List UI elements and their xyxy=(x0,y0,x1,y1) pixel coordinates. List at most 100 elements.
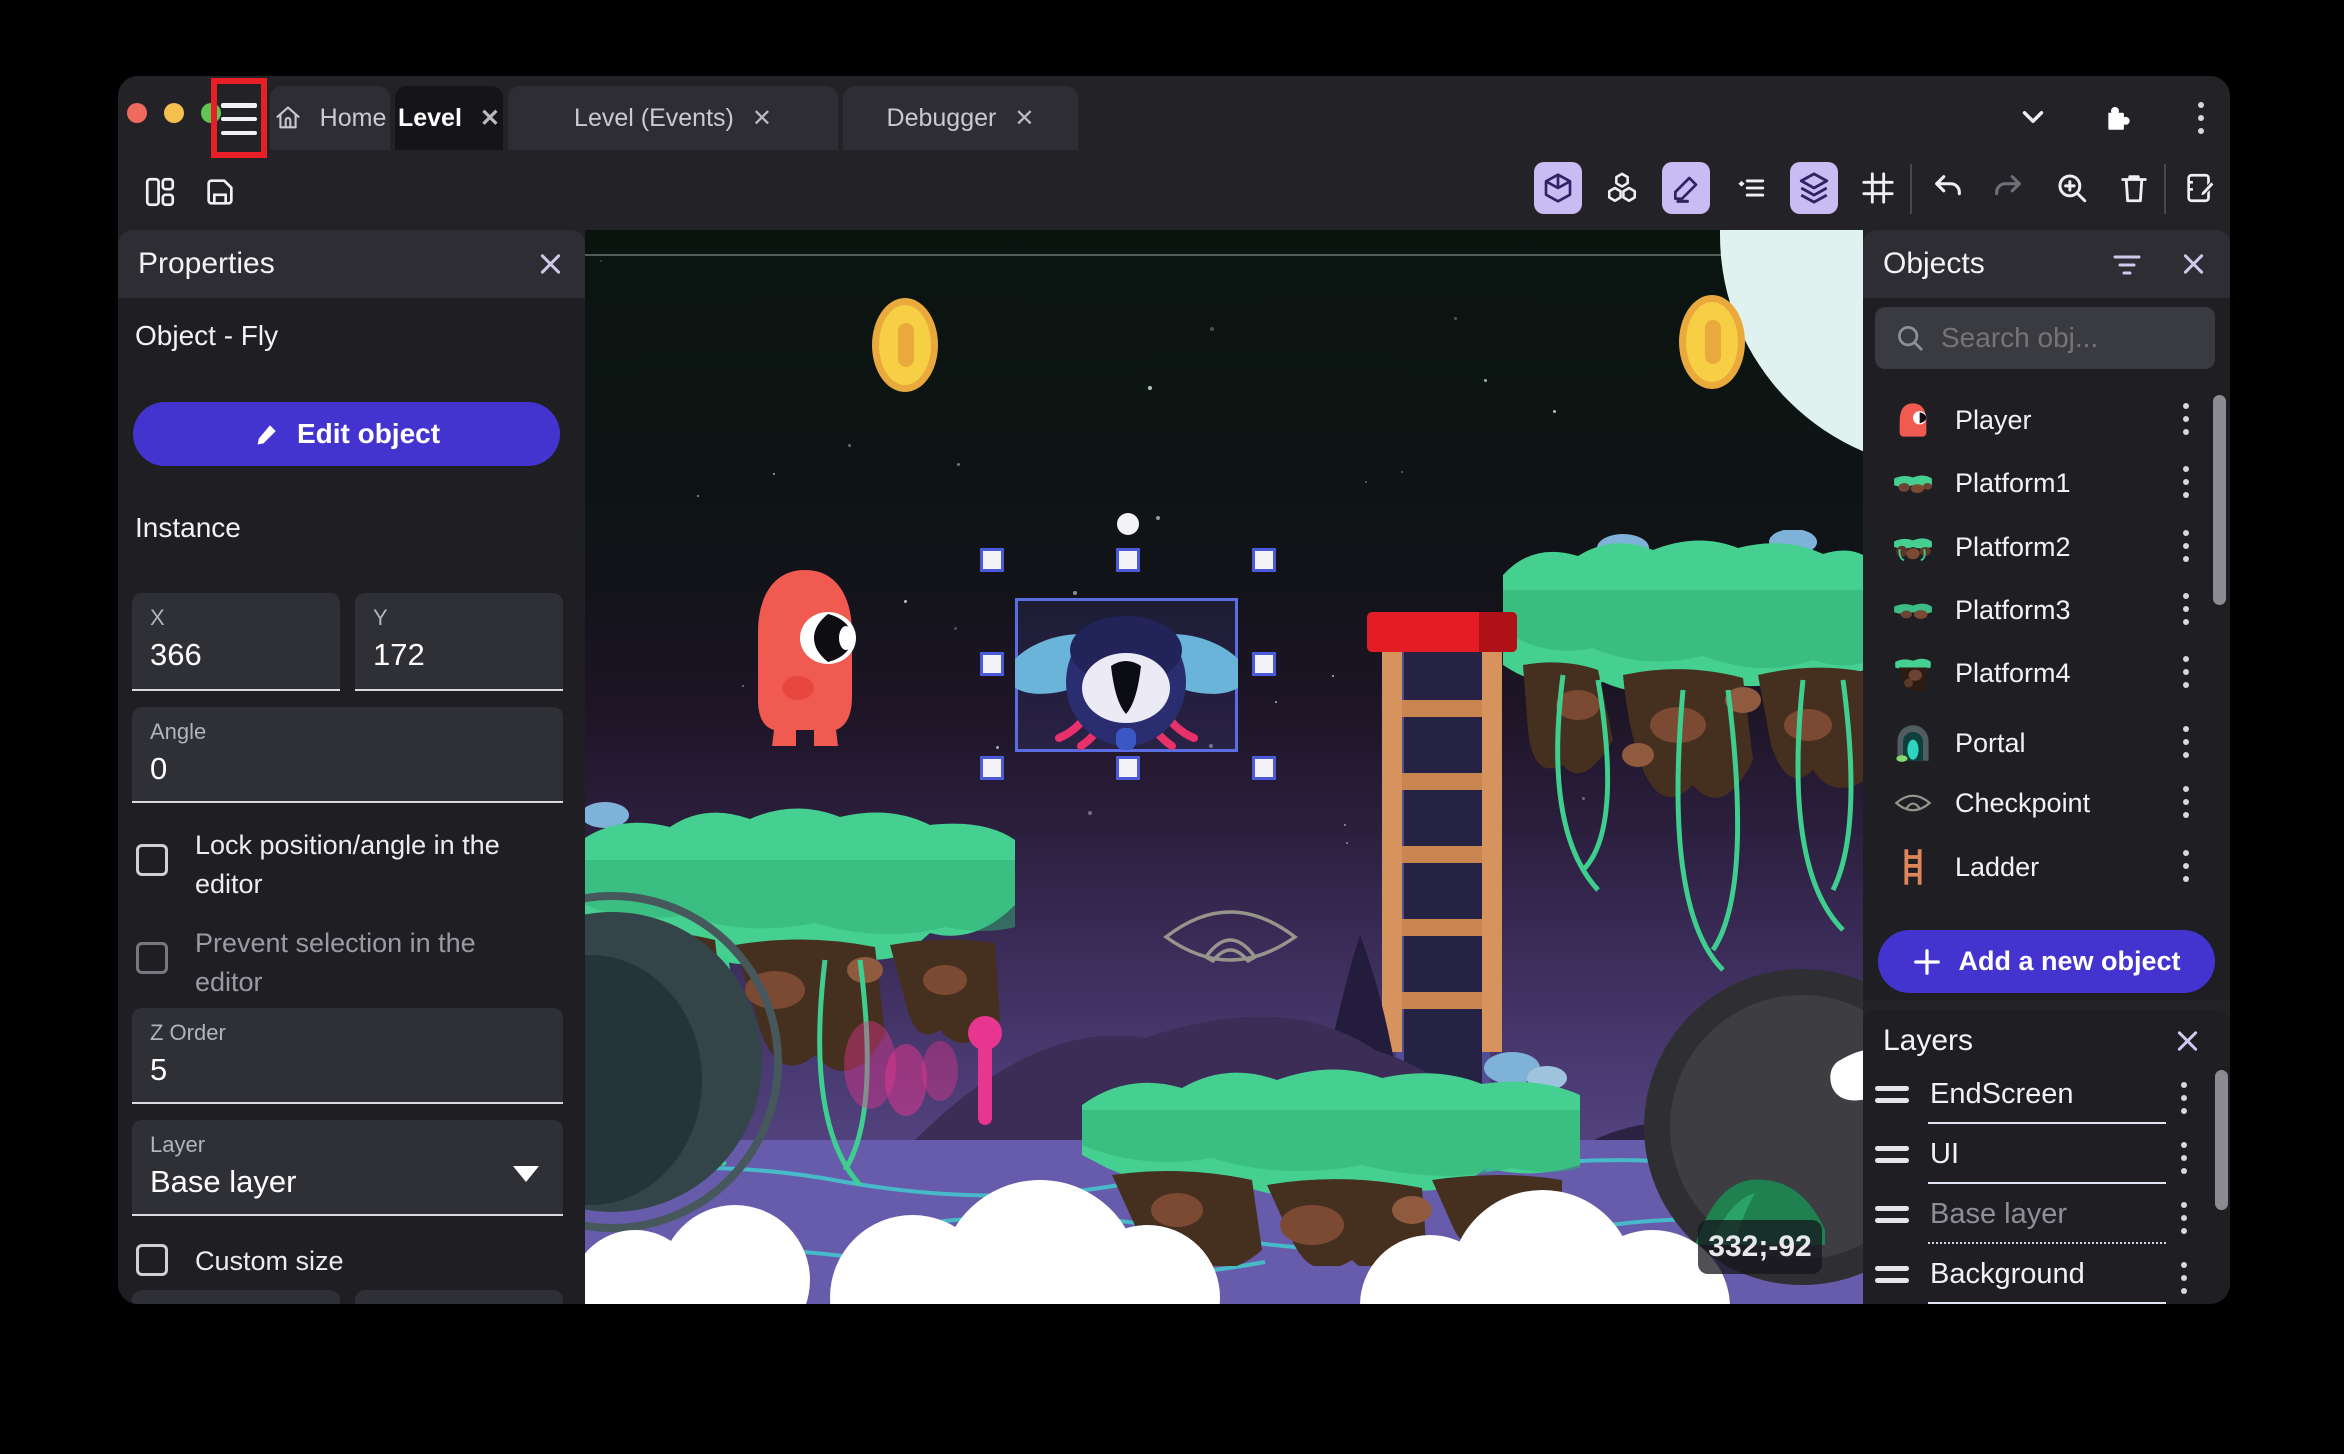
drag-handle-icon[interactable] xyxy=(1875,1266,1909,1286)
object-menu-icon[interactable] xyxy=(2182,786,2190,820)
object-item-ladder[interactable]: Ladder xyxy=(1863,837,2230,897)
player-instance[interactable] xyxy=(748,568,862,750)
resize-handle-nw[interactable] xyxy=(980,548,1004,572)
macos-minimize-button[interactable] xyxy=(164,103,184,123)
rotation-handle[interactable] xyxy=(1117,513,1139,535)
properties-close-icon[interactable] xyxy=(537,251,563,277)
tab-close-icon[interactable]: ✕ xyxy=(480,104,500,133)
layer-name[interactable]: UI xyxy=(1930,1138,1959,1171)
resize-handle-sw[interactable] xyxy=(980,756,1004,780)
resize-handle-se[interactable] xyxy=(1252,756,1276,780)
properties-panel-toggle[interactable] xyxy=(1662,162,1710,214)
objects-scrollbar[interactable] xyxy=(2213,395,2226,605)
tab-level[interactable]: Level ✕ xyxy=(395,86,503,150)
grid-button[interactable] xyxy=(1854,162,1902,214)
layer-name[interactable]: Base layer xyxy=(1930,1198,2067,1231)
objects-panel-toggle[interactable] xyxy=(1534,162,1582,214)
object-item-platform1[interactable]: Platform1 xyxy=(1863,453,2230,513)
tab-close-icon[interactable]: ✕ xyxy=(752,104,772,133)
object-menu-icon[interactable] xyxy=(2182,403,2190,437)
object-menu-icon[interactable] xyxy=(2182,850,2190,884)
macos-close-button[interactable] xyxy=(127,103,147,123)
checkpoint-object-icon xyxy=(1894,794,1932,812)
layer-name[interactable]: EndScreen xyxy=(1930,1078,2074,1111)
layer-menu-icon[interactable] xyxy=(2180,1262,2188,1296)
y-field-value[interactable]: 172 xyxy=(373,637,545,673)
object-search-input[interactable] xyxy=(1941,322,2181,354)
filter-icon[interactable] xyxy=(2112,253,2142,277)
undo-button[interactable] xyxy=(1924,162,1972,214)
layers-close-icon[interactable] xyxy=(2174,1028,2200,1054)
ladder-top[interactable] xyxy=(1367,612,1517,652)
layer-row-base-layer[interactable]: Base layer xyxy=(1863,1190,2230,1246)
chevron-down-icon[interactable] xyxy=(2016,100,2050,134)
angle-field-value[interactable]: 0 xyxy=(150,751,545,787)
delete-button[interactable] xyxy=(2110,162,2158,214)
tab-debugger[interactable]: Debugger ✕ xyxy=(843,86,1078,150)
zoom-button[interactable] xyxy=(2048,162,2096,214)
layer-row-background[interactable]: Background xyxy=(1863,1250,2230,1304)
z-order-value[interactable]: 5 xyxy=(150,1052,545,1088)
tab-close-icon[interactable]: ✕ xyxy=(1014,104,1034,133)
object-item-portal[interactable]: Portal xyxy=(1863,713,2230,773)
resize-handle-w[interactable] xyxy=(980,652,1004,676)
layer-select[interactable]: Layer Base layer xyxy=(132,1120,563,1216)
object-search-box[interactable] xyxy=(1875,307,2215,369)
z-order-field[interactable]: Z Order 5 xyxy=(132,1008,563,1104)
object-menu-icon[interactable] xyxy=(2182,726,2190,760)
layers-panel-toggle[interactable] xyxy=(1790,162,1838,214)
lock-position-checkbox[interactable] xyxy=(136,844,168,876)
x-field-value[interactable]: 366 xyxy=(150,637,322,673)
object-menu-icon[interactable] xyxy=(2182,593,2190,627)
x-field-label: X xyxy=(150,605,165,630)
resize-handle-n[interactable] xyxy=(1116,548,1140,572)
fly-instance-selected[interactable] xyxy=(1015,598,1238,752)
object-item-player[interactable]: Player xyxy=(1863,390,2230,450)
redo-button[interactable] xyxy=(1984,162,2032,214)
layer-menu-icon[interactable] xyxy=(2180,1202,2188,1236)
tab-level-events[interactable]: Level (Events) ✕ xyxy=(508,86,838,150)
x-field[interactable]: X 366 xyxy=(132,593,340,691)
scene-canvas[interactable]: 332;-92 xyxy=(585,230,1863,1304)
coin-instance[interactable] xyxy=(1679,295,1745,389)
layer-name[interactable]: Background xyxy=(1930,1258,2085,1291)
layer-row-ui[interactable]: UI xyxy=(1863,1130,2230,1186)
resize-handle-e[interactable] xyxy=(1252,652,1276,676)
extensions-puzzle-icon[interactable] xyxy=(2097,100,2131,134)
object-menu-icon[interactable] xyxy=(2182,530,2190,564)
object-item-platform2[interactable]: Platform2 xyxy=(1863,517,2230,577)
tab-home[interactable]: Home xyxy=(270,86,390,150)
save-icon[interactable] xyxy=(203,175,237,209)
custom-size-checkbox[interactable] xyxy=(136,1244,168,1276)
object-menu-icon[interactable] xyxy=(2182,656,2190,690)
instances-list-button[interactable] xyxy=(1726,162,1774,214)
bomb-instance[interactable] xyxy=(585,890,785,1235)
object-item-platform4[interactable]: Platform4 xyxy=(1863,643,2230,703)
object-item-checkpoint[interactable]: Checkpoint xyxy=(1863,773,2230,833)
drag-handle-icon[interactable] xyxy=(1875,1086,1909,1106)
drag-handle-icon[interactable] xyxy=(1875,1146,1909,1166)
edit-object-button[interactable]: Edit object xyxy=(133,402,560,466)
instances-list-icon xyxy=(1738,179,1765,197)
more-options-icon[interactable] xyxy=(2184,100,2218,134)
resize-handle-ne[interactable] xyxy=(1252,548,1276,572)
edit-scene-properties-button[interactable] xyxy=(2176,162,2224,214)
add-object-button[interactable]: Add a new object xyxy=(1878,930,2215,993)
y-field[interactable]: Y 172 xyxy=(355,593,563,691)
layer-row-endscreen[interactable]: EndScreen xyxy=(1863,1070,2230,1126)
layer-menu-icon[interactable] xyxy=(2180,1082,2188,1116)
panels-layout-icon[interactable] xyxy=(143,175,177,209)
angle-field[interactable]: Angle 0 xyxy=(132,707,563,803)
prevent-selection-checkbox[interactable] xyxy=(136,942,168,974)
object-menu-icon[interactable] xyxy=(2182,466,2190,500)
objects-close-icon[interactable] xyxy=(2180,251,2206,277)
star xyxy=(697,495,699,497)
object-groups-button[interactable] xyxy=(1598,162,1646,214)
resize-handle-s[interactable] xyxy=(1116,756,1140,780)
layers-title: Layers xyxy=(1883,1024,1974,1057)
drag-handle-icon[interactable] xyxy=(1875,1206,1909,1226)
coin-instance[interactable] xyxy=(872,298,938,392)
object-item-platform3[interactable]: Platform3 xyxy=(1863,580,2230,640)
layers-scrollbar[interactable] xyxy=(2215,1070,2228,1210)
layer-menu-icon[interactable] xyxy=(2180,1142,2188,1176)
